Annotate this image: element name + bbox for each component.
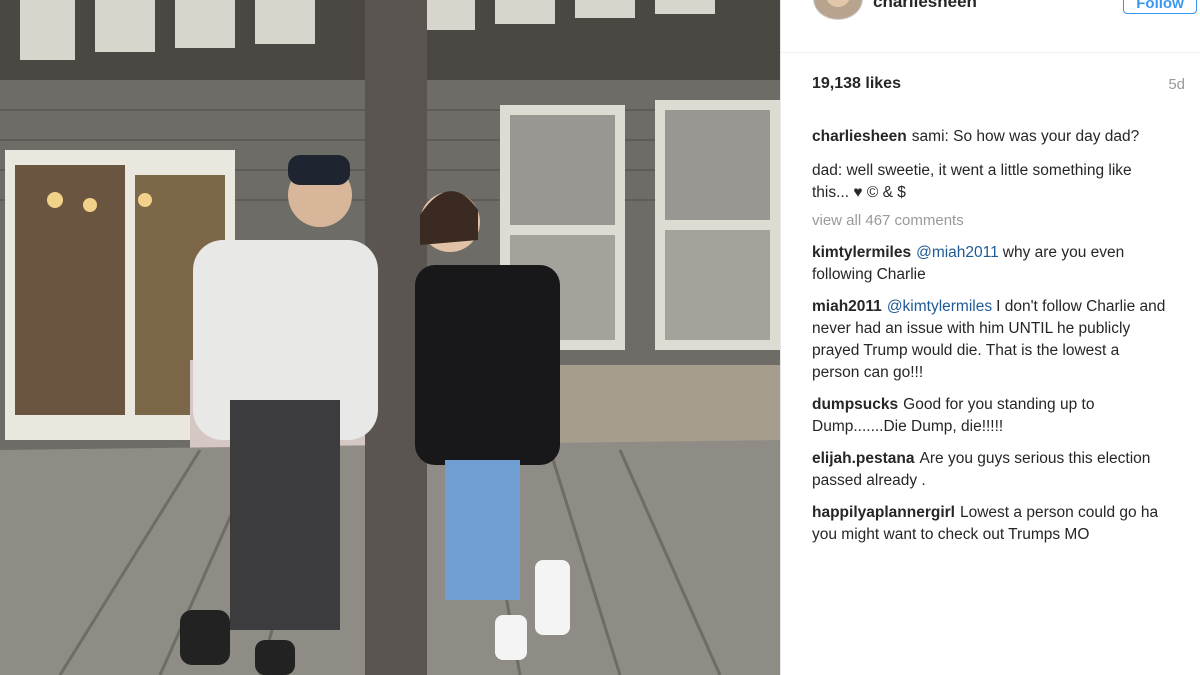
caption-line1: sami: So how was your day dad?: [911, 128, 1140, 145]
header-divider: [781, 52, 1200, 53]
comment-item: elijah.pestana Are you guys serious this …: [812, 448, 1167, 492]
comment-mention[interactable]: @miah2011: [916, 244, 999, 261]
comment-username[interactable]: elijah.pestana: [812, 450, 915, 467]
view-all-comments-link[interactable]: view all 467 comments: [812, 210, 1167, 232]
header-username[interactable]: charliesheen: [873, 0, 977, 12]
post-header: charliesheen Follow: [781, 0, 1200, 22]
post-photo[interactable]: [0, 0, 780, 675]
comment-item: miah2011 @kimtylermiles I don't follow Cha…: [812, 296, 1167, 384]
likes-count[interactable]: 19,138 likes: [812, 75, 901, 93]
profile-avatar[interactable]: [813, 0, 863, 20]
comment-item: happilyaplannergirl Lowest a person could…: [812, 502, 1167, 546]
caption-continued: dad: well sweetie, it went a little some…: [812, 160, 1167, 204]
comment-username[interactable]: happilyaplannergirl: [812, 504, 955, 521]
post-age: 5d: [1168, 76, 1185, 93]
comment-username[interactable]: dumpsucks: [812, 396, 898, 413]
comment-item: dumpsucks Good for you standing up to Dum…: [812, 394, 1167, 438]
comments-list: charliesheen sami: So how was your day da…: [812, 126, 1167, 556]
post-photo-illustration: [0, 0, 780, 675]
caption: charliesheen sami: So how was your day da…: [812, 126, 1167, 148]
comment-username[interactable]: kimtylermiles: [812, 244, 911, 261]
caption-username[interactable]: charliesheen: [812, 128, 907, 145]
follow-button[interactable]: Follow: [1123, 0, 1197, 14]
post-sidebar: charliesheen Follow 19,138 likes 5d char…: [780, 0, 1200, 675]
comment-username[interactable]: miah2011: [812, 298, 882, 315]
comment-item: kimtylermiles @miah2011 why are you even f…: [812, 242, 1167, 286]
comment-mention[interactable]: @kimtylermiles: [887, 298, 992, 315]
caption-line2: dad: well sweetie, it went a little some…: [812, 162, 1132, 201]
